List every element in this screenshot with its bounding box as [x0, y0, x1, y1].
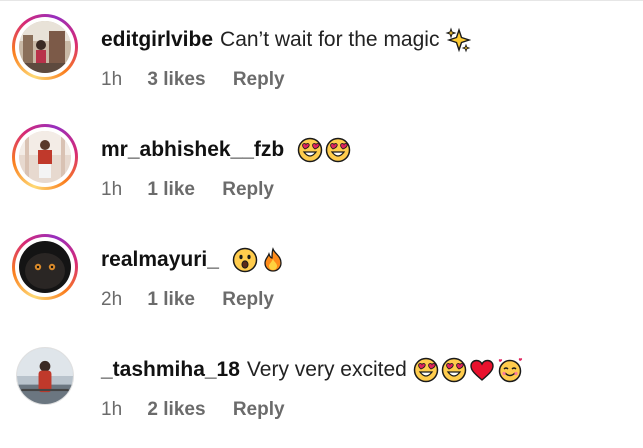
likes-count[interactable]: 1 like — [147, 288, 195, 312]
avatar[interactable] — [12, 14, 78, 80]
comment-item: _tashmiha_18 Very very excited 1h 2 like… — [0, 330, 643, 430]
fire-icon — [260, 247, 286, 273]
likes-count[interactable]: 1 like — [147, 178, 195, 202]
comment-item: realmayuri_ 2h 1 like Reply — [0, 220, 643, 320]
comment-meta: 1h 3 likes Reply — [101, 68, 285, 92]
comment-line: mr_abhishek__fzb — [101, 137, 351, 163]
emoji-group — [443, 27, 472, 53]
likes-count[interactable]: 3 likes — [147, 68, 205, 92]
avatar[interactable] — [12, 234, 78, 300]
timestamp: 1h — [101, 69, 123, 90]
comment-item: editgirlvibe Can’t wait for the magic 1h… — [0, 0, 643, 100]
likes-count[interactable]: 2 likes — [147, 398, 205, 422]
emoji-group — [230, 247, 286, 273]
comment-item: mr_abhishek__fzb 1h 1 like Reply — [0, 110, 643, 210]
heart-eyes-icon — [325, 137, 351, 163]
comment-line: _tashmiha_18 Very very excited — [101, 357, 523, 383]
comment-meta: 2h 1 like Reply — [101, 288, 274, 312]
comment-text: Very very excited — [246, 358, 407, 381]
timestamp: 1h — [101, 399, 123, 420]
smiling-face-with-hearts-icon — [497, 357, 523, 383]
username-link[interactable]: editgirlvibe — [101, 27, 213, 53]
heart-eyes-icon — [413, 357, 439, 383]
comment-meta: 1h 2 likes Reply — [101, 398, 285, 422]
username-link[interactable]: _tashmiha_18 — [101, 357, 240, 383]
reply-button[interactable]: Reply — [222, 178, 274, 202]
avatar-photo — [19, 241, 71, 293]
username-link[interactable]: realmayuri_ — [101, 247, 219, 273]
comment-line: realmayuri_ — [101, 247, 286, 273]
username-link[interactable]: mr_abhishek__fzb — [101, 137, 284, 163]
reply-button[interactable]: Reply — [233, 68, 285, 92]
avatar-photo — [19, 21, 71, 73]
red-heart-icon — [469, 357, 495, 383]
reply-button[interactable]: Reply — [233, 398, 285, 422]
avatar[interactable] — [16, 347, 74, 405]
avatar-photo — [16, 347, 74, 405]
comment-line: editgirlvibe Can’t wait for the magic — [101, 27, 472, 53]
comment-meta: 1h 1 like Reply — [101, 178, 274, 202]
comment-text: Can’t wait for the magic — [220, 28, 440, 51]
emoji-group — [411, 357, 523, 383]
heart-eyes-icon — [297, 137, 323, 163]
avatar-photo — [19, 131, 71, 183]
timestamp: 1h — [101, 179, 123, 200]
astonished-face-icon — [232, 247, 258, 273]
heart-eyes-icon — [441, 357, 467, 383]
emoji-group — [295, 137, 351, 163]
avatar[interactable] — [12, 124, 78, 190]
sparkles-icon — [445, 27, 472, 53]
reply-button[interactable]: Reply — [222, 288, 274, 312]
timestamp: 2h — [101, 289, 123, 310]
